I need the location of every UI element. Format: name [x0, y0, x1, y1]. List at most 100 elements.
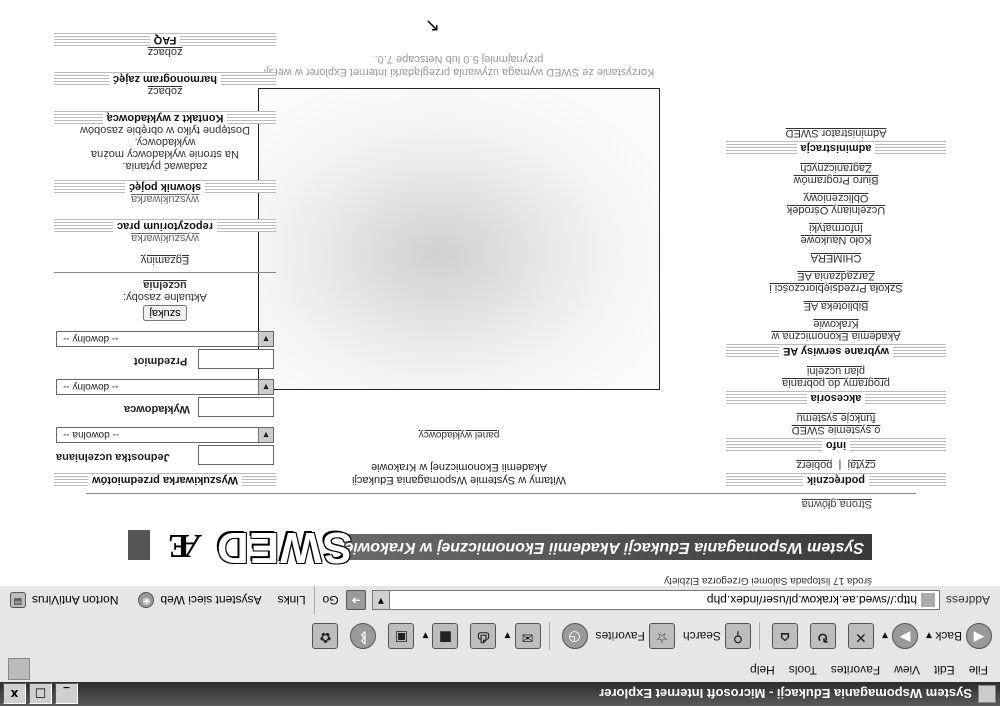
unit-select-row: ▼ -- dowolna -- — [54, 421, 276, 445]
manual-heading: podręcznik — [726, 473, 946, 486]
home-button[interactable]: ⌂ — [768, 623, 798, 649]
home-link[interactable]: Strona główna — [802, 498, 872, 510]
faq-heading: FAQ — [54, 33, 276, 46]
repo-search-link[interactable]: wyszukiwarka — [54, 232, 276, 244]
accessories-link-downloads[interactable]: programy do pobrania — [726, 377, 946, 389]
messenger-button[interactable]: ✿ — [308, 623, 339, 649]
faq-link[interactable]: zobacz — [54, 46, 276, 58]
unit-select-value: -- dowolna -- — [63, 429, 120, 440]
service-link-computing[interactable]: Uczelniany Ośrodek Obliczeniowy — [776, 192, 896, 216]
address-dropdown-icon[interactable]: ▼ — [372, 591, 390, 609]
favorites-label: Favorites — [595, 629, 645, 643]
bluetooth-icon: ᛒ — [350, 623, 377, 649]
services-title: wybrane serwisy AE — [779, 345, 893, 357]
back-button[interactable]: ◀ Back ▾ — [926, 623, 992, 649]
links-button[interactable]: Links — [278, 593, 306, 607]
schedule-link-label: zobacz — [147, 85, 183, 97]
info-about-label: o systemie SWED — [791, 424, 881, 436]
search-heading: Wyszukiwarka przedmiotów — [54, 473, 276, 486]
print-icon: ⎙ — [470, 623, 497, 649]
history-icon: ◷ — [561, 623, 588, 649]
service-link-ae[interactable]: Akademia Ekonomiczna w Krakowie — [766, 318, 906, 342]
chevron-down-icon: ▼ — [258, 332, 273, 346]
browser-notice: Korzystanie ze SWED wymaga używania prze… — [202, 52, 716, 78]
discuss-button[interactable]: ▣ — [384, 623, 415, 649]
menu-edit[interactable]: Edit — [934, 663, 955, 677]
resources-uczelnia-link[interactable]: uczelnia — [54, 279, 276, 291]
resources-divider — [54, 272, 276, 273]
mail-icon: ✉ — [514, 623, 541, 649]
unit-input[interactable] — [198, 445, 274, 465]
contact-text-3: Na stronie wykładowcy można — [91, 148, 239, 160]
subject-select[interactable]: ▼ -- dowolny -- — [56, 331, 274, 347]
search-button[interactable]: ⚲ Search — [683, 623, 751, 649]
stop-icon: ✕ — [847, 623, 874, 649]
mail-button[interactable]: ✉ ▾ — [505, 623, 541, 649]
norton-icon: ▤ — [9, 592, 26, 608]
address-input[interactable]: http://swed.ae.krakow.pl/user/index.php … — [371, 590, 940, 610]
lecturer-input[interactable] — [198, 397, 274, 417]
menu-tools[interactable]: Tools — [789, 663, 817, 677]
menu-file[interactable]: File — [969, 663, 988, 677]
toolbar-separator — [548, 622, 550, 650]
unit-label: Jednostka uczelniana — [56, 451, 170, 463]
plan-label: plan uczelni — [806, 365, 866, 377]
sidebar: podręcznik czytaj | pobierz info o syste… — [726, 0, 946, 486]
ie-icon — [978, 685, 996, 703]
service-link-it-club[interactable]: Koło Naukowe Informatyki — [776, 222, 896, 246]
edit-button[interactable]: ■ ▾ — [422, 623, 459, 649]
assistant-button[interactable]: Asystent sieci Web — [160, 593, 261, 607]
schedule-link[interactable]: zobacz — [54, 85, 276, 97]
messenger-icon: ✿ — [312, 623, 339, 649]
accessories-heading: akcesoria — [726, 391, 946, 404]
bluetooth-button[interactable]: ᛒ — [346, 623, 377, 649]
maximize-button[interactable]: □ — [29, 683, 52, 705]
chevron-down-icon: ▼ — [258, 428, 273, 442]
manual-read-link[interactable]: czytaj — [848, 459, 876, 471]
web-page: środa 17 listopada Salomei Grzegorza Elż… — [0, 0, 1000, 586]
forward-button[interactable]: ▶ ▾ — [882, 623, 918, 649]
print-button[interactable]: ⎙ — [467, 623, 497, 649]
service-link-library[interactable]: Biblioteka AE — [726, 300, 946, 312]
lecturer-panel-link[interactable]: panel wykładowcy — [202, 429, 716, 440]
manual-separator: | — [838, 459, 842, 471]
info-link-functions[interactable]: funkcje systemu — [726, 412, 946, 424]
history-button[interactable]: ◷ — [558, 623, 588, 649]
unit-select[interactable]: ▼ -- dowolna -- — [56, 427, 274, 443]
service-link-school[interactable]: Szkoła Przedsiębiorczości i Zarządzania … — [766, 270, 906, 294]
exams-link[interactable]: Egzaminy — [54, 254, 276, 266]
refresh-button[interactable]: ↻ — [806, 623, 836, 649]
dict-search-link[interactable]: wyszukiwarka — [54, 193, 276, 205]
dict-search-label: wyszukiwarka — [131, 193, 199, 205]
contact-heading: Kontakt z wykładowcą — [54, 111, 276, 124]
favorites-button[interactable]: ☆ Favorites — [596, 623, 675, 649]
subject-input[interactable] — [198, 349, 274, 369]
admin-link[interactable]: Administrator SWED — [726, 127, 946, 139]
subject-row: Przedmiot — [54, 349, 276, 373]
service-link-foreign[interactable]: Biuro Programów Zagranicznych — [786, 162, 886, 186]
menu-favorites[interactable]: Favorites — [831, 663, 880, 677]
info-functions-label: funkcje systemu — [796, 412, 876, 424]
screen: System Wspomagania Edukacji - Microsoft … — [0, 0, 1000, 706]
schedule-heading: harmonogram zajęć — [54, 72, 276, 85]
service-library-label: Biblioteka AE — [803, 300, 869, 312]
lecturer-select[interactable]: ▼ -- dowolny -- — [56, 379, 274, 395]
manual-download-link[interactable]: pobierz — [796, 459, 832, 471]
go-label: Go — [322, 593, 339, 607]
accessories-link-plan[interactable]: plan uczelni — [726, 365, 946, 377]
ae-emblem-icon: Æ — [168, 527, 202, 564]
lecturer-row: Wykładowca — [54, 397, 276, 421]
menu-help[interactable]: Help — [750, 663, 775, 677]
close-button[interactable]: x — [3, 683, 26, 705]
minimize-button[interactable]: _ — [55, 683, 78, 705]
stop-button[interactable]: ✕ — [844, 623, 874, 649]
search-submit-button[interactable]: szukaj — [143, 305, 187, 321]
go-button[interactable]: ➜ Go — [323, 590, 366, 610]
service-link-chimera[interactable]: CHIMERA — [726, 252, 946, 264]
service-chimera-label: CHIMERA — [810, 252, 862, 264]
norton-button[interactable]: Norton AntiVirus — [32, 593, 119, 607]
info-link-about[interactable]: o systemie SWED — [726, 424, 946, 436]
info-title: info — [821, 439, 851, 451]
menu-view[interactable]: View — [894, 663, 920, 677]
go-arrow-icon: ➜ — [345, 590, 366, 610]
